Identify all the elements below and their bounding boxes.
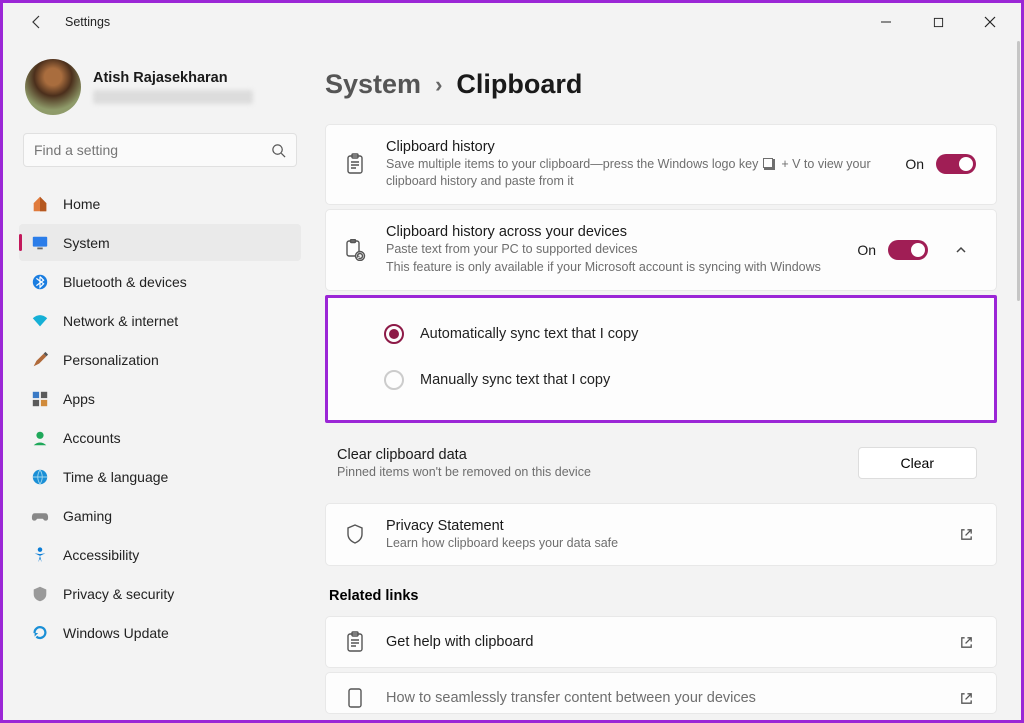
nav: Home System Bluetooth & devices Network … — [19, 185, 301, 651]
nav-label: Privacy & security — [63, 586, 174, 602]
nav-label: Network & internet — [63, 313, 178, 329]
nav-privacy[interactable]: Privacy & security — [19, 575, 301, 612]
card-description: This feature is only available if your M… — [386, 259, 839, 276]
update-icon — [31, 624, 49, 642]
sync-options-panel: Automatically sync text that I copy Manu… — [325, 295, 997, 423]
search-box[interactable] — [23, 133, 297, 167]
nav-time[interactable]: Time & language — [19, 458, 301, 495]
nav-label: Accounts — [63, 430, 121, 446]
radio-label: Automatically sync text that I copy — [420, 326, 638, 342]
person-icon — [31, 429, 49, 447]
globe-icon — [31, 468, 49, 486]
nav-label: Gaming — [63, 508, 112, 524]
clear-button[interactable]: Clear — [858, 447, 977, 479]
back-button[interactable] — [21, 6, 53, 38]
wifi-icon — [31, 312, 49, 330]
breadcrumb: System › Clipboard — [325, 69, 997, 100]
profile-name: Atish Rajasekharan — [93, 70, 253, 86]
home-icon — [31, 195, 49, 213]
nav-label: Windows Update — [63, 625, 169, 641]
nav-label: Personalization — [63, 352, 159, 368]
clipboard-icon — [342, 153, 368, 175]
transfer-content-link[interactable]: How to seamlessly transfer content betwe… — [325, 672, 997, 714]
radio-label: Manually sync text that I copy — [420, 372, 610, 388]
nav-update[interactable]: Windows Update — [19, 614, 301, 651]
card-description: Save multiple items to your clipboard—pr… — [386, 156, 887, 190]
search-input[interactable] — [34, 142, 271, 158]
clipboard-sync-icon — [342, 239, 368, 261]
minimize-button[interactable] — [871, 7, 901, 37]
link-title: How to seamlessly transfer content betwe… — [386, 690, 938, 706]
radio-indicator — [384, 324, 404, 344]
privacy-statement-card[interactable]: Privacy Statement Learn how clipboard ke… — [325, 503, 997, 567]
nav-apps[interactable]: Apps — [19, 380, 301, 417]
card-description: Learn how clipboard keeps your data safe — [386, 535, 938, 552]
card-title: Clipboard history — [386, 139, 887, 155]
window-title: Settings — [65, 15, 110, 29]
search-icon — [271, 143, 286, 158]
close-button[interactable] — [975, 7, 1005, 37]
nav-network[interactable]: Network & internet — [19, 302, 301, 339]
nav-label: System — [63, 235, 110, 251]
external-link-icon — [956, 527, 976, 542]
clipboard-history-toggle[interactable] — [936, 154, 976, 174]
shield-outline-icon — [342, 523, 368, 545]
clipboard-icon — [342, 631, 368, 653]
card-title: Clipboard history across your devices — [386, 224, 839, 240]
windows-key-icon — [764, 159, 772, 167]
radio-manual-sync[interactable]: Manually sync text that I copy — [384, 370, 954, 390]
collapse-button[interactable] — [946, 235, 976, 265]
related-links-heading: Related links — [329, 588, 997, 604]
nav-label: Accessibility — [63, 547, 139, 563]
nav-accounts[interactable]: Accounts — [19, 419, 301, 456]
nav-personalization[interactable]: Personalization — [19, 341, 301, 378]
section-description: Pinned items won't be removed on this de… — [337, 465, 591, 479]
scrollbar[interactable] — [1017, 41, 1020, 301]
external-link-icon — [956, 691, 976, 706]
bluetooth-icon — [31, 273, 49, 291]
shield-icon — [31, 585, 49, 603]
toggle-label: On — [905, 156, 924, 172]
accessibility-icon — [31, 546, 49, 564]
link-title: Get help with clipboard — [386, 634, 938, 650]
breadcrumb-current: Clipboard — [456, 69, 582, 100]
external-link-icon — [956, 635, 976, 650]
section-title: Clear clipboard data — [337, 447, 591, 463]
nav-bluetooth[interactable]: Bluetooth & devices — [19, 263, 301, 300]
help-clipboard-link[interactable]: Get help with clipboard — [325, 616, 997, 668]
apps-icon — [31, 390, 49, 408]
sync-devices-toggle[interactable] — [888, 240, 928, 260]
user-profile[interactable]: Atish Rajasekharan — [19, 59, 301, 133]
nav-gaming[interactable]: Gaming — [19, 497, 301, 534]
nav-home[interactable]: Home — [19, 185, 301, 222]
toggle-label: On — [857, 242, 876, 258]
chevron-right-icon: › — [435, 72, 442, 98]
nav-system[interactable]: System — [19, 224, 301, 261]
nav-label: Bluetooth & devices — [63, 274, 187, 290]
nav-label: Apps — [63, 391, 95, 407]
maximize-button[interactable] — [923, 7, 953, 37]
breadcrumb-parent[interactable]: System — [325, 69, 421, 100]
radio-auto-sync[interactable]: Automatically sync text that I copy — [384, 324, 954, 344]
nav-accessibility[interactable]: Accessibility — [19, 536, 301, 573]
sync-devices-card: Clipboard history across your devices Pa… — [325, 209, 997, 291]
phone-icon — [342, 687, 368, 709]
nav-label: Time & language — [63, 469, 168, 485]
nav-label: Home — [63, 196, 100, 212]
avatar — [25, 59, 81, 115]
profile-email — [93, 90, 253, 104]
card-title: Privacy Statement — [386, 518, 938, 534]
gamepad-icon — [31, 507, 49, 525]
clipboard-history-card: Clipboard history Save multiple items to… — [325, 124, 997, 205]
system-icon — [31, 234, 49, 252]
clear-data-section: Clear clipboard data Pinned items won't … — [325, 433, 997, 493]
radio-indicator — [384, 370, 404, 390]
paintbrush-icon — [31, 351, 49, 369]
card-description: Paste text from your PC to supported dev… — [386, 241, 839, 258]
